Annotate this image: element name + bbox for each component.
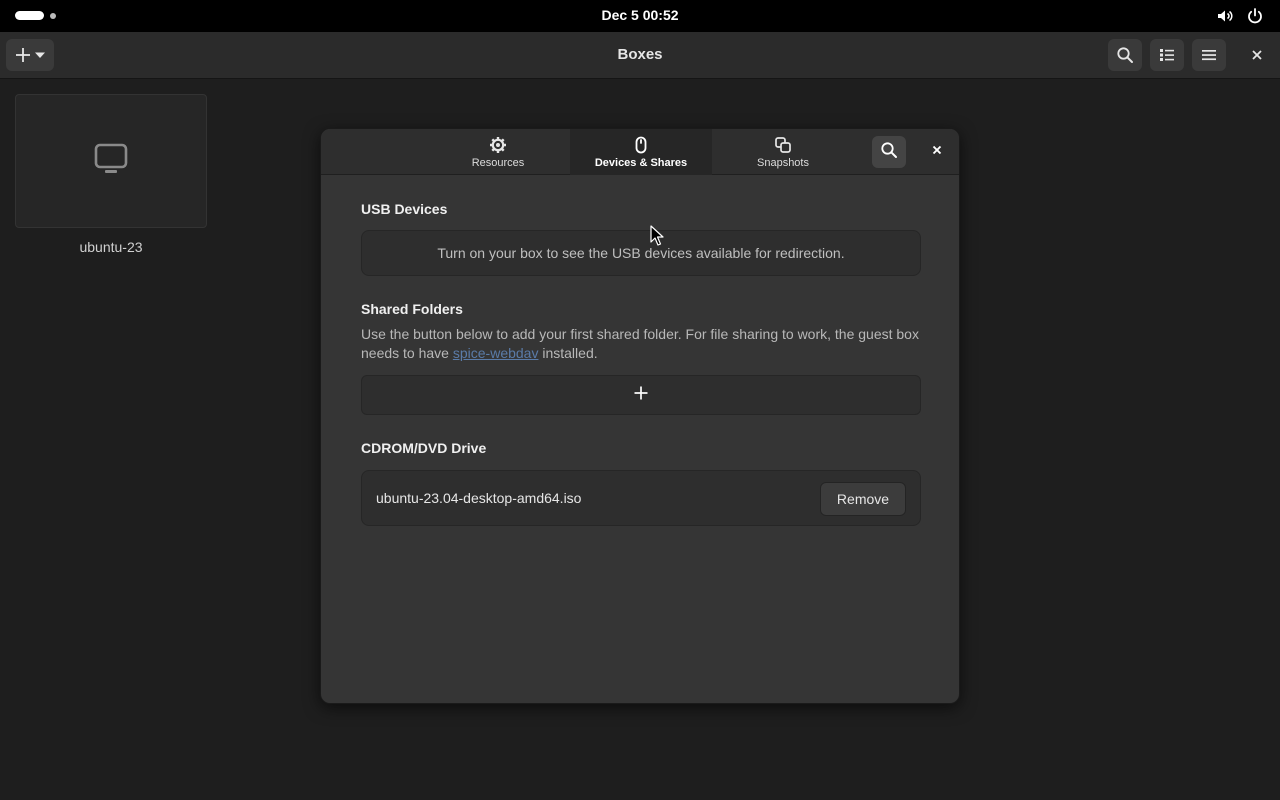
tab-devices-shares[interactable]: Devices & Shares <box>570 129 712 175</box>
close-icon <box>1251 49 1263 61</box>
spice-webdav-link[interactable]: spice-webdav <box>453 345 539 361</box>
view-list-icon <box>1159 47 1175 63</box>
description-text: Use the button below to add your first s… <box>361 326 919 361</box>
activities-indicator[interactable] <box>15 11 56 20</box>
search-button[interactable] <box>1108 39 1142 71</box>
window-title: Boxes <box>617 46 663 63</box>
box-thumbnail[interactable] <box>15 94 207 228</box>
mouse-icon <box>632 136 650 157</box>
system-top-bar: Dec 5 00:52 <box>0 0 1280 32</box>
dialog-close-button[interactable] <box>923 140 951 164</box>
cdrom-title: CDROM/DVD Drive <box>361 440 487 456</box>
chevron-down-icon <box>34 49 46 61</box>
add-shared-folder-button[interactable] <box>361 375 921 415</box>
search-icon <box>880 141 898 164</box>
add-icon <box>633 385 649 406</box>
tab-label: Devices & Shares <box>594 156 688 169</box>
preferences-dialog: Resources Devices & Shares Snapshots USB… <box>320 128 960 704</box>
usb-devices-placeholder: Turn on your box to see the USB devices … <box>361 230 921 276</box>
add-icon <box>15 47 31 63</box>
main-menu-button[interactable] <box>1192 39 1226 71</box>
usb-devices-message: Turn on your box to see the USB devices … <box>437 245 845 261</box>
system-menu[interactable] <box>1216 7 1264 25</box>
menu-icon <box>1201 47 1217 63</box>
dialog-search-button[interactable] <box>872 136 906 168</box>
new-box-button[interactable] <box>6 39 54 71</box>
snapshots-icon <box>774 136 792 157</box>
tab-label: Snapshots <box>757 156 809 169</box>
search-icon <box>1116 46 1134 64</box>
gear-icon <box>489 136 507 157</box>
cdrom-file-name: ubuntu-23.04-desktop-amd64.iso <box>376 490 582 506</box>
tab-snapshots[interactable]: Snapshots <box>712 129 854 175</box>
workspace-dot <box>50 12 56 19</box>
volume-icon <box>1216 7 1234 25</box>
window-close-button[interactable] <box>1240 39 1274 71</box>
dialog-header: Resources Devices & Shares Snapshots <box>321 129 959 175</box>
shared-folders-description: Use the button below to add your first s… <box>361 325 926 363</box>
remove-iso-button[interactable]: Remove <box>820 482 906 516</box>
header-bar: Boxes <box>0 32 1280 79</box>
view-toggle-button[interactable] <box>1150 39 1184 71</box>
close-icon <box>931 143 943 161</box>
workspace-active-pill <box>15 11 44 20</box>
tab-resources[interactable]: Resources <box>427 129 569 175</box>
clock[interactable]: Dec 5 00:52 <box>601 7 678 23</box>
shared-folders-title: Shared Folders <box>361 301 463 317</box>
box-name-label[interactable]: ubuntu-23 <box>15 239 207 255</box>
description-text-end: installed. <box>538 345 598 361</box>
computer-icon <box>94 142 128 181</box>
cdrom-row: ubuntu-23.04-desktop-amd64.iso Remove <box>361 470 921 526</box>
usb-devices-title: USB Devices <box>361 201 448 217</box>
power-icon <box>1246 7 1264 25</box>
tab-label: Resources <box>471 156 525 169</box>
